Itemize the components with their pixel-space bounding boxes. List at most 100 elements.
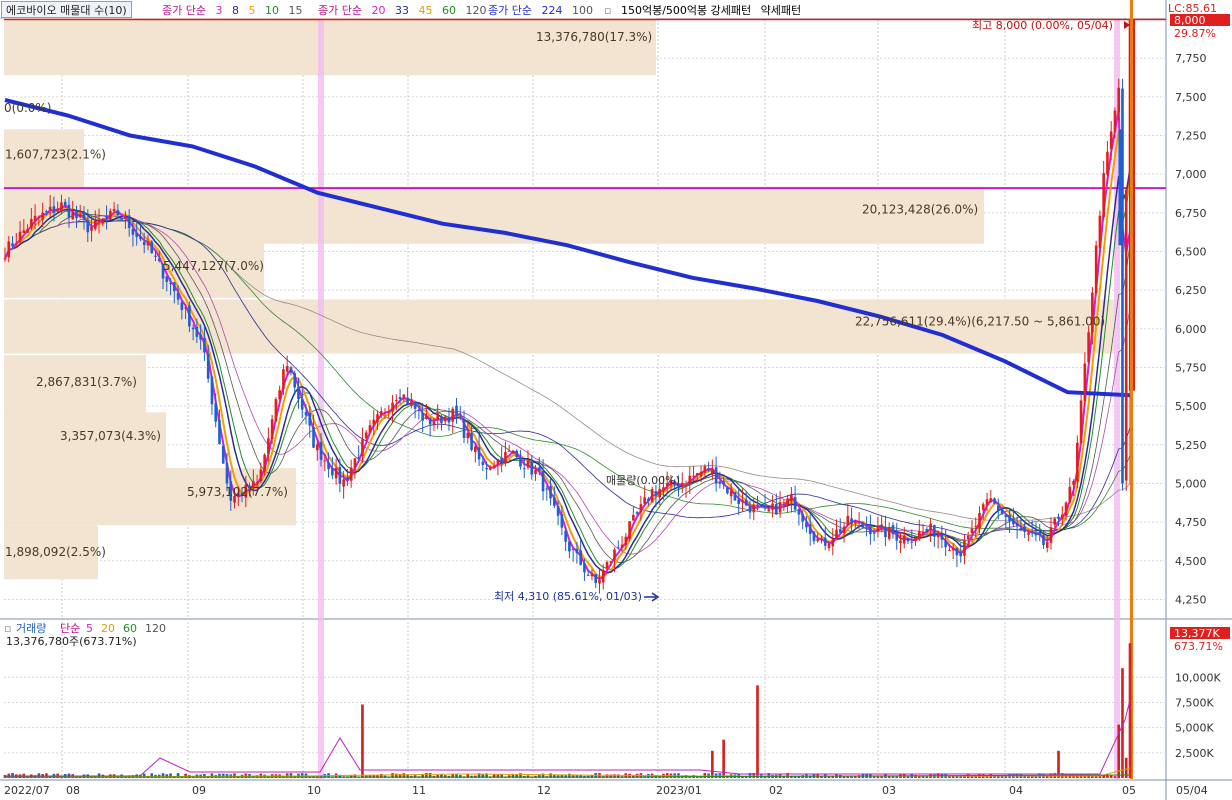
candle-body xyxy=(481,461,485,465)
low-annotation: 최저 4,310 (85.61%, 01/03) xyxy=(494,590,642,603)
candle-body xyxy=(447,417,451,423)
candle-body xyxy=(293,373,297,388)
candle-body xyxy=(60,202,63,212)
price-tick-label: 6,750 xyxy=(1175,207,1207,220)
candle-body xyxy=(466,432,470,439)
ma-legend-group-2: 종가 단순 20 33 45 60 120 xyxy=(318,2,492,18)
candle-body xyxy=(857,521,861,523)
stock-chart[interactable]: 7,750 7,500 7,250 7,000 6,750 6,500 6,250 6,000… xyxy=(0,0,1232,800)
candle-body xyxy=(184,307,187,309)
candle-body xyxy=(616,547,620,549)
candle-body xyxy=(1083,363,1087,401)
candle-body xyxy=(827,543,831,549)
price-tick-label: 5,750 xyxy=(1175,361,1207,374)
candle-body xyxy=(1012,518,1015,525)
candle-body xyxy=(206,353,210,379)
x-tick-label: 04 xyxy=(1009,784,1023,797)
candle-body xyxy=(1042,535,1045,545)
x-tick-label: 05/04 xyxy=(1176,784,1208,797)
candle-body xyxy=(680,482,684,487)
candle-body xyxy=(748,506,752,513)
candle-body xyxy=(105,216,108,218)
candle-body xyxy=(511,450,515,454)
candle-body xyxy=(451,408,455,422)
candle-body xyxy=(996,505,1000,511)
candle-body xyxy=(78,214,82,218)
volume-profile-label: 5,973,102(7.7%) xyxy=(187,485,288,499)
candle-body xyxy=(737,499,741,504)
candle-body xyxy=(613,549,616,561)
price-tick-label: 6,500 xyxy=(1175,246,1207,259)
candle-body xyxy=(75,210,78,219)
candle-body xyxy=(297,386,300,400)
current-volume-label: 13,377K xyxy=(1174,627,1220,640)
candle-body xyxy=(210,376,214,405)
candle-body xyxy=(583,563,586,573)
candle-body xyxy=(842,526,846,533)
candle-body xyxy=(628,521,631,539)
candle-body xyxy=(895,531,899,541)
candle-body xyxy=(854,521,857,524)
candle-body xyxy=(801,513,804,522)
candle-body xyxy=(793,496,797,510)
candle-body xyxy=(1038,532,1042,536)
candle-body xyxy=(97,220,101,222)
candle-body xyxy=(1008,514,1011,522)
volume-profile-label: 20,123,428(26.0%) xyxy=(862,203,978,217)
volume-bar xyxy=(361,704,364,778)
candle-body xyxy=(778,502,782,513)
candle-body xyxy=(361,439,364,456)
candle-body xyxy=(921,531,925,534)
x-tick-label: 10 xyxy=(307,784,321,797)
candle-body xyxy=(346,477,349,480)
candle-body xyxy=(428,417,432,425)
price-tick-label: 7,000 xyxy=(1175,168,1207,181)
candle-body xyxy=(432,421,436,425)
candle-body xyxy=(564,530,567,542)
pattern-legend: ▫ 150억봉/500억봉 강세패턴 약세패턴 xyxy=(604,2,807,18)
candle-body xyxy=(214,403,218,422)
candle-body xyxy=(504,451,507,463)
candle-body xyxy=(993,498,996,504)
candle-body xyxy=(522,468,526,470)
candle-body xyxy=(726,487,729,494)
candle-body xyxy=(729,490,733,497)
volume-ma-period: 60 xyxy=(123,622,137,635)
candle-body xyxy=(1030,531,1034,533)
candle-body xyxy=(692,475,695,477)
stock-name-tab[interactable]: 에코바이오 매물대 수(10) xyxy=(1,1,132,18)
candle-body xyxy=(41,212,44,220)
candle-body xyxy=(470,432,473,451)
candle-body xyxy=(368,425,372,433)
candle-body xyxy=(52,206,56,213)
candle-body xyxy=(300,399,304,410)
candle-body xyxy=(218,419,221,445)
candle-body xyxy=(639,504,643,513)
candle-body xyxy=(684,484,688,487)
candle-body xyxy=(33,215,37,221)
candle-body xyxy=(846,516,850,526)
ma-period-3: 3 xyxy=(215,4,223,17)
candle-body xyxy=(270,419,274,439)
x-tick-label: 03 xyxy=(882,784,896,797)
candle-body xyxy=(925,529,929,532)
candle-body xyxy=(974,526,978,528)
candle-body xyxy=(936,535,940,538)
candle-body xyxy=(22,230,26,233)
candle-body xyxy=(417,410,421,412)
candle-body xyxy=(440,416,443,423)
price-tick-label: 6,250 xyxy=(1175,284,1207,297)
volume-profile-label: 5,447,127(7.0%) xyxy=(163,259,264,273)
candle-body xyxy=(1027,532,1030,535)
candle-body xyxy=(733,492,737,501)
last-volume-label: 13,376,780주(673.71%) xyxy=(6,635,137,648)
candle-body xyxy=(902,535,906,544)
candle-body xyxy=(263,454,266,472)
candle-body xyxy=(338,467,342,484)
candle-body xyxy=(786,498,789,505)
candle-body xyxy=(492,465,496,468)
price-tick-label: 4,250 xyxy=(1175,593,1207,606)
candle-body xyxy=(90,226,93,231)
ma-legend-label: 종가 단순 xyxy=(162,4,206,17)
volume-tick-label: 7,500K xyxy=(1175,696,1214,709)
